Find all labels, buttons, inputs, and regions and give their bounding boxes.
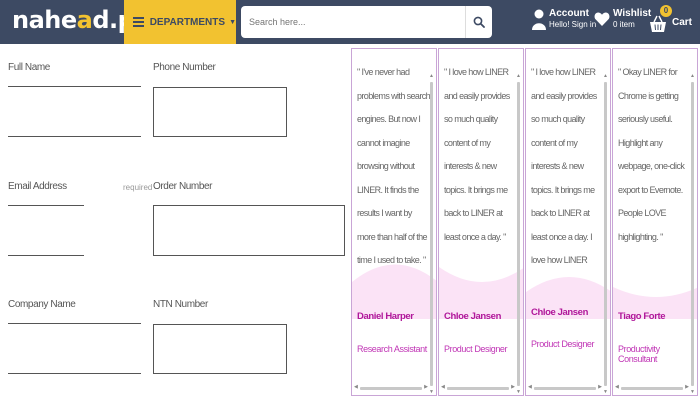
email-field[interactable]: [8, 205, 84, 206]
order-field[interactable]: [153, 205, 345, 256]
testimonial-name: Chloe Jansen: [444, 311, 501, 322]
email-required-text: required: [123, 183, 153, 192]
account-title: Account: [549, 8, 589, 19]
shopping-basket-icon: [650, 15, 666, 32]
account-subtitle: Hello! Sign in: [549, 20, 597, 29]
search-icon: [473, 16, 485, 28]
testimonial-quote: " I love how LINER and easily provides s…: [531, 67, 597, 265]
wishlist-title: Wishlist: [613, 8, 652, 19]
departments-button[interactable]: DEPARTMENTS ▼: [124, 0, 236, 44]
full-name-label: Full Name: [8, 62, 50, 73]
testimonial-name: Chloe Jansen: [531, 307, 588, 318]
company-field-secondary[interactable]: [8, 373, 141, 374]
horizontal-scrollbar[interactable]: ◀ ▶: [528, 384, 602, 391]
wave-decoration: [526, 277, 610, 395]
horizontal-scrollbar[interactable]: ◀ ▶: [615, 384, 689, 391]
wave-decoration: [352, 264, 436, 395]
ntn-label: NTN Number: [153, 299, 208, 310]
chevron-down-icon: ▼: [229, 18, 236, 26]
wave-decoration: [613, 287, 697, 395]
heart-icon: [594, 12, 610, 26]
user-icon: [532, 9, 546, 30]
testimonial-name: Tiago Forte: [618, 311, 666, 322]
order-label: Order Number: [153, 181, 213, 192]
cart-link[interactable]: 0 Cart: [649, 5, 692, 35]
vertical-scrollbar[interactable]: ▲ ▼: [603, 73, 609, 395]
company-label: Company Name: [8, 299, 76, 310]
wishlist-subtitle: 0 item: [613, 20, 635, 29]
testimonial-quote: " I've never had problems with search en…: [357, 67, 431, 265]
vertical-scrollbar[interactable]: ▲ ▼: [690, 73, 696, 395]
vertical-scrollbar[interactable]: ▲ ▼: [516, 73, 522, 395]
full-name-field-secondary[interactable]: [8, 136, 141, 137]
search-bar: [241, 6, 492, 38]
ntn-field[interactable]: [153, 324, 287, 374]
testimonial-role: Research Assistant: [357, 344, 427, 354]
testimonial-card: " Okay LINER for Chrome is getting serio…: [612, 48, 698, 396]
testimonial-card: " I love how LINER and easily provides s…: [525, 48, 611, 396]
testimonial-role: Product Designer: [531, 339, 595, 349]
email-field-secondary[interactable]: [8, 255, 84, 256]
vertical-scrollbar[interactable]: ▲ ▼: [429, 73, 435, 395]
search-input[interactable]: [241, 6, 463, 38]
phone-label: Phone Number: [153, 62, 216, 73]
email-label: Email Address: [8, 181, 67, 192]
company-field[interactable]: [8, 323, 141, 324]
testimonial-card: " I love how LINER and easily provides s…: [438, 48, 524, 396]
search-button[interactable]: [465, 6, 492, 38]
testimonial-name: Daniel Harper: [357, 311, 414, 322]
departments-label: DEPARTMENTS: [149, 16, 226, 28]
testimonial-quote: " I love how LINER and easily provides s…: [444, 67, 510, 242]
horizontal-scrollbar[interactable]: ◀ ▶: [441, 384, 515, 391]
phone-field[interactable]: [153, 87, 287, 137]
testimonial-quote: " Okay LINER for Chrome is getting serio…: [618, 67, 685, 242]
account-link[interactable]: Account Hello! Sign in: [532, 8, 596, 30]
hamburger-icon: [133, 15, 144, 29]
horizontal-scrollbar[interactable]: ◀ ▶: [354, 384, 428, 391]
full-name-field[interactable]: [8, 86, 141, 87]
cart-count-badge: 0: [660, 5, 672, 17]
testimonial-role: Productivity Consultant: [618, 344, 660, 364]
testimonial-role: Product Designer: [444, 344, 508, 354]
wishlist-link[interactable]: Wishlist 0 item: [594, 8, 651, 29]
wave-decoration: [439, 267, 523, 395]
cart-label: Cart: [672, 17, 693, 28]
testimonial-card: " I've never had problems with search en…: [351, 48, 437, 396]
top-header: nahead.pk DEPARTMENTS ▼ Account Hello! S…: [0, 0, 700, 44]
